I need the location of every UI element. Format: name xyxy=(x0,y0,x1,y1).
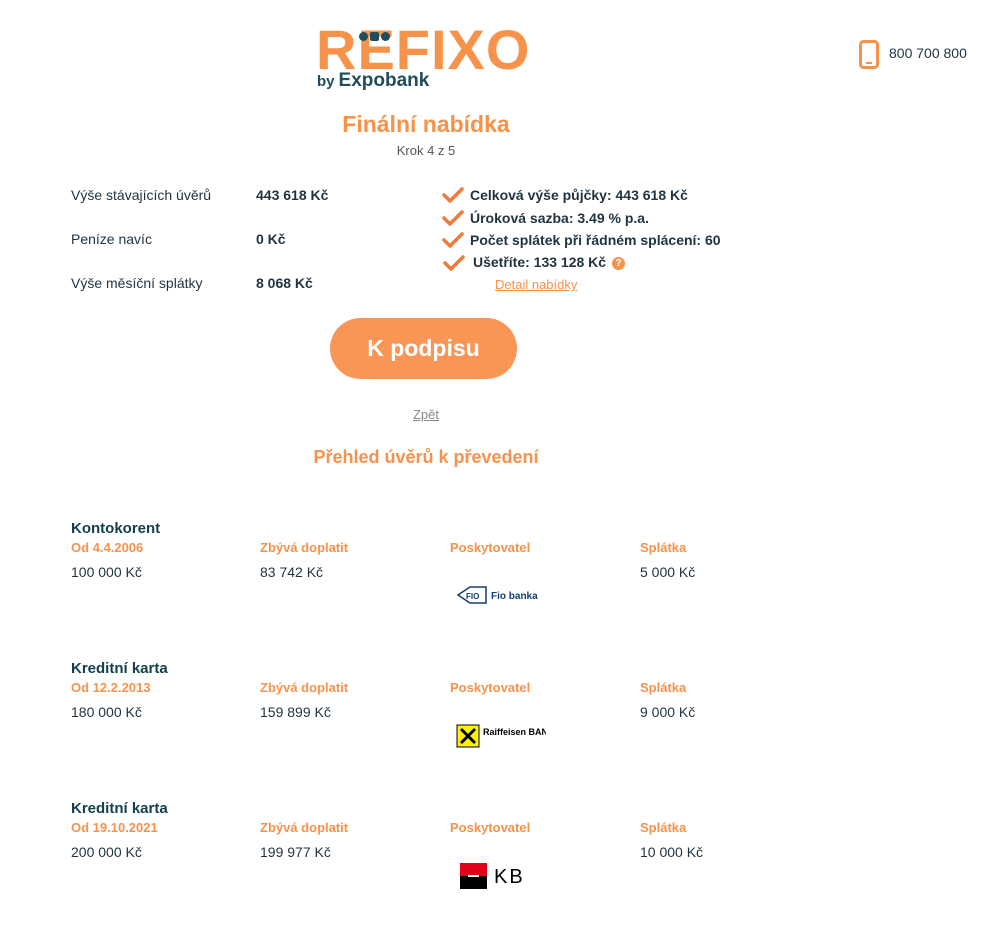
benefit-savings: Ušetříte: 133 128 Kč? xyxy=(473,254,626,270)
summary-value-existing-loans: 443 618 Kč xyxy=(256,187,329,203)
offer-detail-link[interactable]: Detail nabídky xyxy=(495,277,577,292)
benefit-savings-text: Ušetříte: 133 128 Kč xyxy=(473,254,607,270)
svg-text:Fio banka: Fio banka xyxy=(491,591,538,602)
benefit-installments-count: Počet splátek při řádném splácení: 60 xyxy=(470,232,721,248)
check-icon xyxy=(442,232,464,248)
phone-number[interactable]: 800 700 800 xyxy=(889,45,967,61)
loan-installment: 9 000 Kč xyxy=(640,704,696,720)
summary-label-extra-money: Peníze navíc xyxy=(71,231,152,247)
installment-header: Splátka xyxy=(640,540,687,555)
loan-type: Kontokorent xyxy=(71,520,161,537)
loan-amount: 180 000 Kč xyxy=(71,704,142,720)
raiffeisen-bank-logo: Raiffeisen BANK xyxy=(456,724,546,748)
back-link[interactable]: Zpět xyxy=(0,407,852,422)
loan-type: Kreditní karta xyxy=(71,660,168,677)
help-icon[interactable]: ? xyxy=(612,257,626,270)
remaining-header: Zbývá doplatit xyxy=(260,820,349,835)
svg-text:Raiffeisen BANK: Raiffeisen BANK xyxy=(483,727,546,737)
provider-header: Poskytovatel xyxy=(450,680,531,695)
page-title: Finální nabídka xyxy=(342,111,510,137)
loan-since: Od 12.2.2013 xyxy=(71,680,151,695)
loan-remaining: 159 899 Kč xyxy=(260,704,331,720)
benefit-total-loan: Celková výše půjčky: 443 618 Kč xyxy=(470,187,688,203)
installment-header: Splátka xyxy=(640,680,687,695)
check-icon xyxy=(443,255,465,271)
logo-dots-icon xyxy=(359,28,393,41)
loan-amount: 100 000 Kč xyxy=(71,564,142,580)
step-indicator: Krok 4 z 5 xyxy=(396,143,456,158)
svg-text:FIO: FIO xyxy=(466,592,479,601)
kb-logo: KB xyxy=(460,863,525,889)
loan-card: Kontokorent Od 4.4.2006 Zbývá doplatit P… xyxy=(71,520,831,640)
summary-value-monthly-payment: 8 068 Kč xyxy=(256,275,313,291)
provider-header: Poskytovatel xyxy=(450,540,531,555)
loan-since: Od 19.10.2021 xyxy=(71,820,158,835)
loans-section-title: Přehled úvěrů k převedení xyxy=(313,447,539,467)
check-icon xyxy=(442,210,464,226)
summary-value-extra-money: 0 Kč xyxy=(256,231,286,247)
loan-card: Kreditní karta Od 19.10.2021 Zbývá dopla… xyxy=(71,800,831,920)
svg-text:KB: KB xyxy=(494,866,525,888)
phone-icon xyxy=(859,40,879,69)
loan-amount: 200 000 Kč xyxy=(71,844,142,860)
sign-button[interactable]: K podpisu xyxy=(330,318,517,379)
loan-installment: 5 000 Kč xyxy=(640,564,696,580)
loan-remaining: 199 977 Kč xyxy=(260,844,331,860)
check-icon xyxy=(442,187,464,203)
summary-label-monthly-payment: Výše měsíční splátky xyxy=(71,275,203,291)
remaining-header: Zbývá doplatit xyxy=(260,540,349,555)
loan-card: Kreditní karta Od 12.2.2013 Zbývá doplat… xyxy=(71,660,831,780)
loan-since: Od 4.4.2006 xyxy=(71,540,144,555)
provider-header: Poskytovatel xyxy=(450,820,531,835)
loan-installment: 10 000 Kč xyxy=(640,844,704,860)
loan-type: Kreditní karta xyxy=(71,800,168,817)
remaining-header: Zbývá doplatit xyxy=(260,680,349,695)
installment-header: Splátka xyxy=(640,820,687,835)
benefit-interest-rate: Úroková sazba: 3.49 % p.a. xyxy=(470,210,649,226)
fio-banka-logo: FIO Fio banka xyxy=(456,586,538,604)
logo-parent: Expobank xyxy=(338,70,430,91)
summary-label-existing-loans: Výše stávajících úvěrů xyxy=(71,187,212,203)
loan-remaining: 83 742 Kč xyxy=(260,564,324,580)
logo-by: by xyxy=(317,73,335,90)
logo-byline: by Expobank xyxy=(317,70,429,92)
